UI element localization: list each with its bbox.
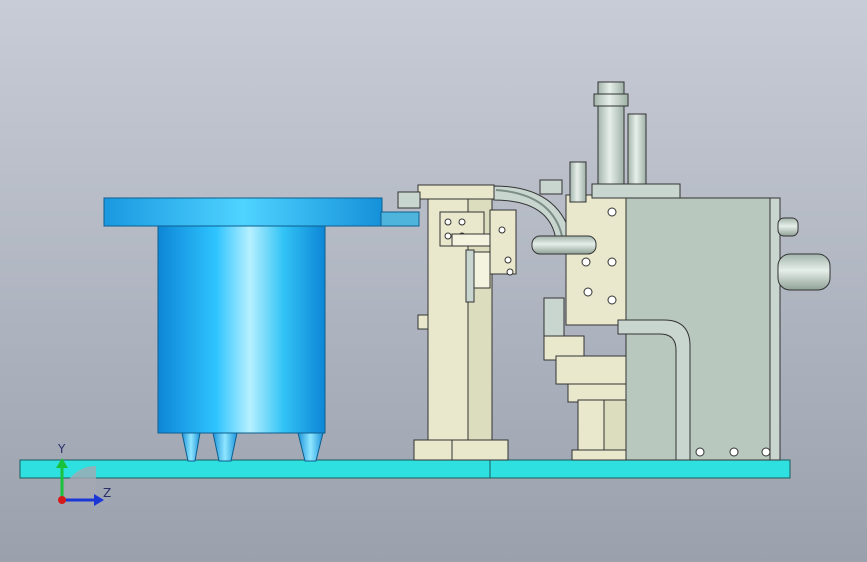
- base-plate[interactable]: [19, 459, 791, 479]
- bowl-rim: [103, 197, 383, 227]
- top-cylinders[interactable]: [569, 81, 681, 203]
- cad-viewport[interactable]: Y Z: [0, 0, 867, 562]
- side-actuator: [777, 253, 831, 291]
- bowl-foot: [181, 432, 201, 462]
- vibratory-bowl-feeder[interactable]: [103, 197, 420, 462]
- assembly-model[interactable]: [0, 0, 867, 562]
- horizontal-pin: [531, 235, 597, 255]
- y-axis-label: Y: [58, 442, 66, 456]
- feed-track: [380, 211, 420, 227]
- bowl-foot: [297, 432, 324, 462]
- bowl-foot: [212, 432, 238, 462]
- z-axis-label: Z: [103, 486, 112, 500]
- press-block[interactable]: [617, 197, 831, 461]
- bowl-body: [157, 225, 326, 434]
